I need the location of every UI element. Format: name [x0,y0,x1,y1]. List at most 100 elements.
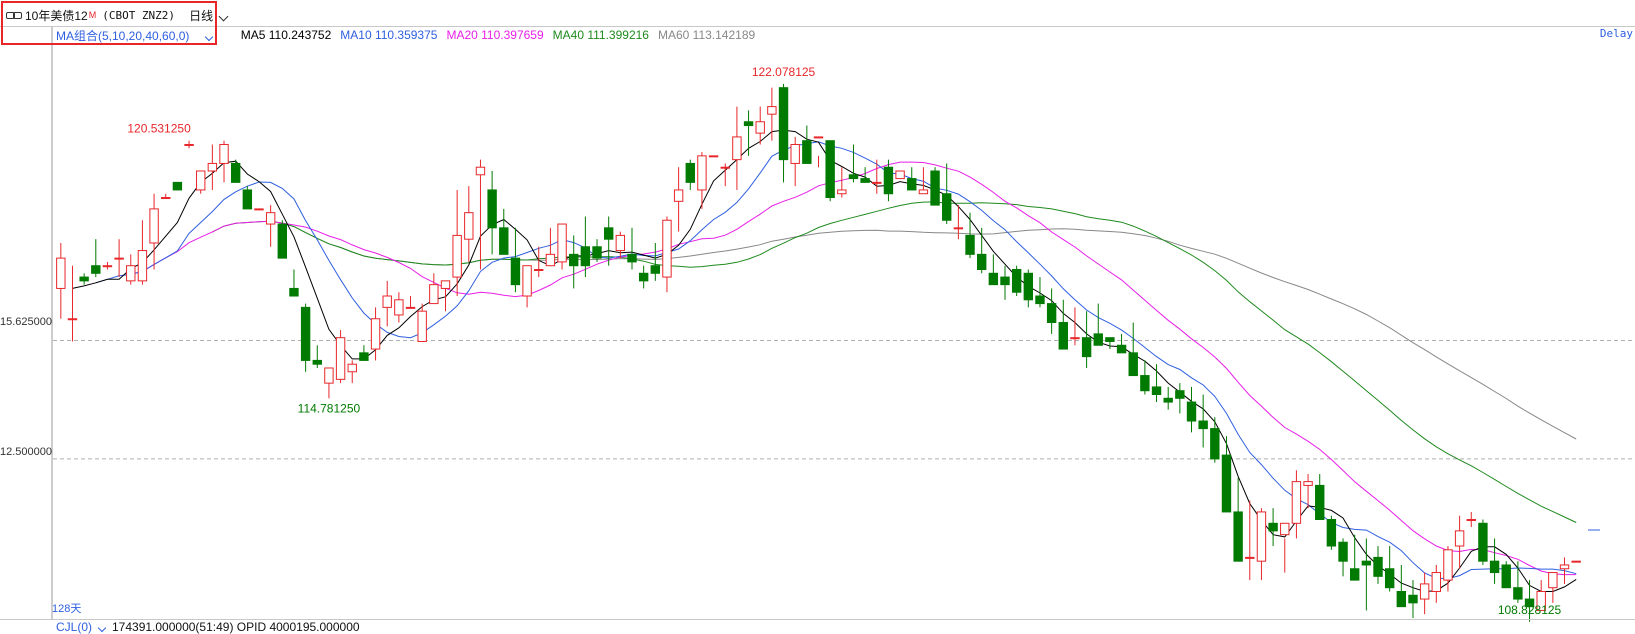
candle-body [1489,560,1500,574]
candle [499,208,509,255]
candle-body [557,223,567,263]
candle-body [429,284,439,305]
candle-body [708,155,719,158]
candle [895,170,905,180]
candle [1291,470,1302,539]
candle [114,239,124,278]
candle-body [1350,568,1360,581]
candle [627,227,637,270]
candle-body [230,162,241,183]
candle-body [196,170,206,191]
candle-body [778,87,789,161]
ma5-line [72,129,1577,593]
candle-body [942,193,952,221]
candle [1384,546,1395,592]
low-price-label: 108.828125 [1498,603,1562,617]
candle-body [324,367,334,384]
candle-body [1046,303,1057,324]
candle [790,136,800,187]
volume-indicator-label: CJL(0) [56,620,93,634]
candle [1186,386,1197,433]
candle [1571,560,1581,563]
candle-body [813,136,824,139]
candle [207,144,218,190]
candle [91,239,101,278]
candle [1256,508,1267,581]
candle [277,220,287,259]
candle-body [755,121,765,134]
ma40-line [212,201,1577,523]
candle [1163,386,1173,410]
candle-body [510,257,521,286]
ma-combo-selector[interactable]: MA组合(5,10,20,40,60,0) [56,27,221,44]
visible-days-label: 128天 [52,603,82,615]
candle [1105,337,1115,350]
candle-body [1303,481,1313,486]
candle [673,167,684,232]
candle [1548,572,1558,603]
chevron-down-icon [204,32,213,41]
candle [545,227,556,267]
candle [382,280,392,327]
candle [1361,538,1372,611]
candle-body [1221,454,1232,513]
candle-body [172,181,183,191]
candle-body [848,174,859,180]
ma20-value: MA20 110.397659 [446,28,544,42]
candle [289,269,299,297]
candle [767,87,777,141]
candle [662,216,672,293]
candle-body [1338,541,1348,562]
candle [965,212,975,259]
candle-body [475,166,486,176]
candle-body [440,280,451,289]
candle [907,167,917,191]
candle-body [91,265,101,274]
candle-body [1443,549,1453,581]
ma-combo-label: MA组合(5,10,20,40,60,0) [56,28,190,43]
candle-body [347,363,357,373]
chevron-down-icon [218,11,229,21]
candle-body [1093,333,1103,346]
candle-body [370,318,381,350]
candle-body [207,162,218,172]
candle-body [312,359,322,365]
candle [942,163,952,225]
candle [638,265,649,289]
candle-body [767,106,777,115]
volume-indicator-selector[interactable]: CJL(0) [56,620,107,634]
candle-body [1058,322,1068,350]
candle-body [860,178,870,183]
candle-body [67,318,78,321]
candle [1058,299,1068,350]
candle-body [417,310,427,342]
candle-body [335,337,346,380]
candle-body [452,234,462,278]
candle [324,367,334,399]
candle-body [219,143,229,164]
candle-body [883,166,894,195]
candle-body [580,246,591,267]
candle [335,330,346,384]
candle-body [615,234,626,252]
candle-body [1559,564,1570,570]
candle-body [1175,390,1185,399]
candle [1151,364,1162,403]
candle-body [79,276,89,282]
candle [988,254,999,286]
candle [802,125,812,164]
candle-body [102,265,113,268]
candlestick-chart[interactable]: 122.078125 120.531250 114.781250 108.828125 [0,0,1635,633]
candle-body [289,287,299,297]
candle [452,189,462,297]
candle [1338,538,1348,577]
candle [219,140,229,183]
candle-body [976,253,987,270]
candle-body [1116,344,1127,354]
candle-body [1548,572,1558,589]
candle-body [359,352,369,361]
candle [161,193,171,200]
candle [1233,477,1243,562]
candle-body [1280,522,1290,536]
delay-indicator: Delay [1599,27,1633,40]
